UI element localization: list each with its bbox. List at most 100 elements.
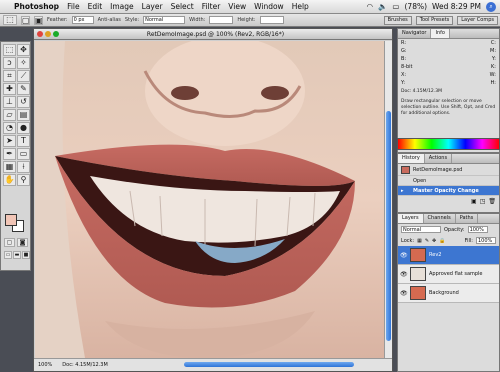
layer-row[interactable]: 👁 Background	[398, 284, 499, 303]
info-x: X:	[401, 72, 407, 78]
tab-info[interactable]: Info	[431, 29, 450, 38]
color-spectrum[interactable]	[397, 138, 500, 150]
menu-file[interactable]: File	[67, 2, 80, 11]
document-titlebar[interactable]: RetDemoImage.psd @ 100% (Rev2, RGB/16*)	[34, 29, 392, 40]
path-selection-tool-icon[interactable]: ➤	[3, 135, 16, 147]
info-r: R:	[401, 40, 407, 46]
antialias-label[interactable]: Anti-alias	[98, 17, 121, 23]
doc-size[interactable]: Doc: 4.15M/12.3M	[62, 362, 108, 368]
opacity-input[interactable]: 100%	[467, 226, 488, 233]
menu-help[interactable]: Help	[292, 2, 309, 11]
vertical-scroll-thumb[interactable]	[386, 111, 391, 341]
history-state-selected[interactable]: ▸ Master Opacity Change	[398, 186, 499, 196]
height-input[interactable]	[259, 16, 284, 24]
minimize-window-icon[interactable]	[45, 31, 51, 37]
wifi-icon[interactable]: ◠	[367, 2, 374, 11]
style-select[interactable]: Normal	[143, 16, 186, 24]
layer-row[interactable]: 👁 Approved flat sample	[398, 265, 499, 284]
fill-input[interactable]: 100%	[476, 237, 496, 244]
foreground-color-swatch[interactable]	[5, 214, 17, 226]
lock-position-icon[interactable]: ✥	[432, 238, 436, 244]
document-title: RetDemoImage.psd @ 100% (Rev2, RGB/16*)	[146, 30, 285, 38]
new-document-from-state-icon[interactable]: ▣	[471, 198, 477, 205]
new-selection-icon[interactable]: ▢	[21, 15, 30, 25]
tab-paths[interactable]: Paths	[456, 214, 479, 223]
close-window-icon[interactable]	[37, 31, 43, 37]
layers-palette: Layers Channels Paths Normal Opacity: 10…	[397, 213, 500, 372]
healing-brush-tool-icon[interactable]: ✚	[3, 83, 16, 95]
horizontal-scroll-thumb[interactable]	[184, 362, 354, 367]
tab-history[interactable]: History	[398, 154, 425, 163]
battery-icon[interactable]: ▭	[392, 2, 399, 11]
menu-layer[interactable]: Layer	[142, 2, 163, 11]
slice-tool-icon[interactable]: ⟋	[17, 70, 30, 82]
zoom-level[interactable]: 100%	[38, 362, 52, 368]
document-window: RetDemoImage.psd @ 100% (Rev2, RGB/16*)	[33, 28, 393, 372]
image-canvas[interactable]	[35, 41, 385, 358]
volume-icon[interactable]: 🔈	[378, 2, 387, 11]
notes-tool-icon[interactable]: ▦	[3, 161, 16, 173]
history-brush-tool-icon[interactable]: ↺	[17, 96, 30, 108]
menu-window[interactable]: Window	[254, 2, 284, 11]
hand-tool-icon[interactable]: ✋	[3, 174, 16, 186]
lock-image-icon[interactable]: ✎	[425, 238, 429, 244]
delete-state-icon[interactable]: 🗑	[488, 198, 496, 205]
screen-mode-full-menu-icon[interactable]: ▬	[13, 251, 21, 259]
magic-wand-tool-icon[interactable]: ✧	[17, 57, 30, 69]
snapshot-thumbnail	[401, 165, 410, 174]
blend-mode-select[interactable]: Normal	[401, 226, 441, 233]
app-menu[interactable]: Photoshop	[14, 2, 59, 11]
width-input[interactable]	[209, 16, 234, 24]
menu-filter[interactable]: Filter	[202, 2, 221, 11]
new-snapshot-icon[interactable]: ◳	[480, 198, 486, 205]
tab-navigator[interactable]: Navigator	[398, 29, 432, 38]
move-tool-icon[interactable]: ✥	[17, 44, 30, 56]
quick-mask-icon[interactable]: ◙	[17, 238, 28, 247]
history-state[interactable]: Open	[398, 176, 499, 186]
gradient-tool-icon[interactable]: ▤	[17, 109, 30, 121]
layer-visibility-icon[interactable]: 👁	[400, 252, 408, 259]
brushes-tab[interactable]: Brushes	[383, 15, 412, 25]
dodge-tool-icon[interactable]: ●	[17, 122, 30, 134]
clone-stamp-tool-icon[interactable]: ⊥	[3, 96, 16, 108]
vertical-scrollbar[interactable]	[384, 41, 392, 358]
clock[interactable]: Wed 8:29 PM	[432, 2, 481, 11]
zoom-tool-icon[interactable]: ⚲	[17, 174, 30, 186]
marquee-tool-icon[interactable]: ⬚	[3, 44, 16, 56]
lock-transparency-icon[interactable]: ▦	[417, 238, 422, 244]
tab-layers[interactable]: Layers	[398, 214, 424, 223]
brush-tool-icon[interactable]: ✎	[17, 83, 30, 95]
menu-select[interactable]: Select	[171, 2, 194, 11]
tab-channels[interactable]: Channels	[424, 214, 456, 223]
layer-visibility-icon[interactable]: 👁	[400, 290, 408, 297]
tab-actions[interactable]: Actions	[425, 154, 453, 163]
menu-edit[interactable]: Edit	[88, 2, 103, 11]
eraser-tool-icon[interactable]: ▱	[3, 109, 16, 121]
layer-row[interactable]: 👁 Rev2	[398, 246, 499, 265]
history-snapshot[interactable]: RetDemoImage.psd	[398, 164, 499, 176]
add-selection-icon[interactable]: ▣	[34, 15, 43, 25]
layer-thumbnail	[410, 248, 426, 262]
feather-input[interactable]: 0 px	[71, 16, 94, 24]
type-tool-icon[interactable]: T	[17, 135, 30, 147]
menu-image[interactable]: Image	[110, 2, 134, 11]
tool-presets-tab[interactable]: Tool Presets	[415, 15, 454, 25]
menu-extras: ◠ 🔈 ▭ (78%) Wed 8:29 PM ⌕	[367, 1, 500, 12]
layer-thumbnail	[410, 267, 426, 281]
layer-comps-tab[interactable]: Layer Comps	[457, 15, 498, 25]
lasso-tool-icon[interactable]: ↄ	[3, 57, 16, 69]
shape-tool-icon[interactable]: ▭	[17, 148, 30, 160]
blur-tool-icon[interactable]: ◔	[3, 122, 16, 134]
marquee-preset-icon[interactable]: ⬚	[3, 15, 17, 25]
pen-tool-icon[interactable]: ✒	[3, 148, 16, 160]
spotlight-icon[interactable]: ⌕	[486, 1, 496, 12]
screen-mode-standard-icon[interactable]: ▭	[4, 251, 12, 259]
eyedropper-tool-icon[interactable]: ⟊	[17, 161, 30, 173]
menu-view[interactable]: View	[228, 2, 246, 11]
lock-all-icon[interactable]: 🔒	[439, 238, 445, 244]
crop-tool-icon[interactable]: ⌗	[3, 70, 16, 82]
standard-mode-icon[interactable]: ▢	[4, 238, 15, 247]
layer-visibility-icon[interactable]: 👁	[400, 271, 408, 278]
toolbox: ⬚ ✥ ↄ ✧ ⌗ ⟋ ✚ ✎ ⊥ ↺ ▱ ▤ ◔ ● ➤ T ✒ ▭ ▦ ⟊ …	[0, 41, 31, 271]
screen-mode-full-icon[interactable]: ■	[22, 251, 30, 259]
